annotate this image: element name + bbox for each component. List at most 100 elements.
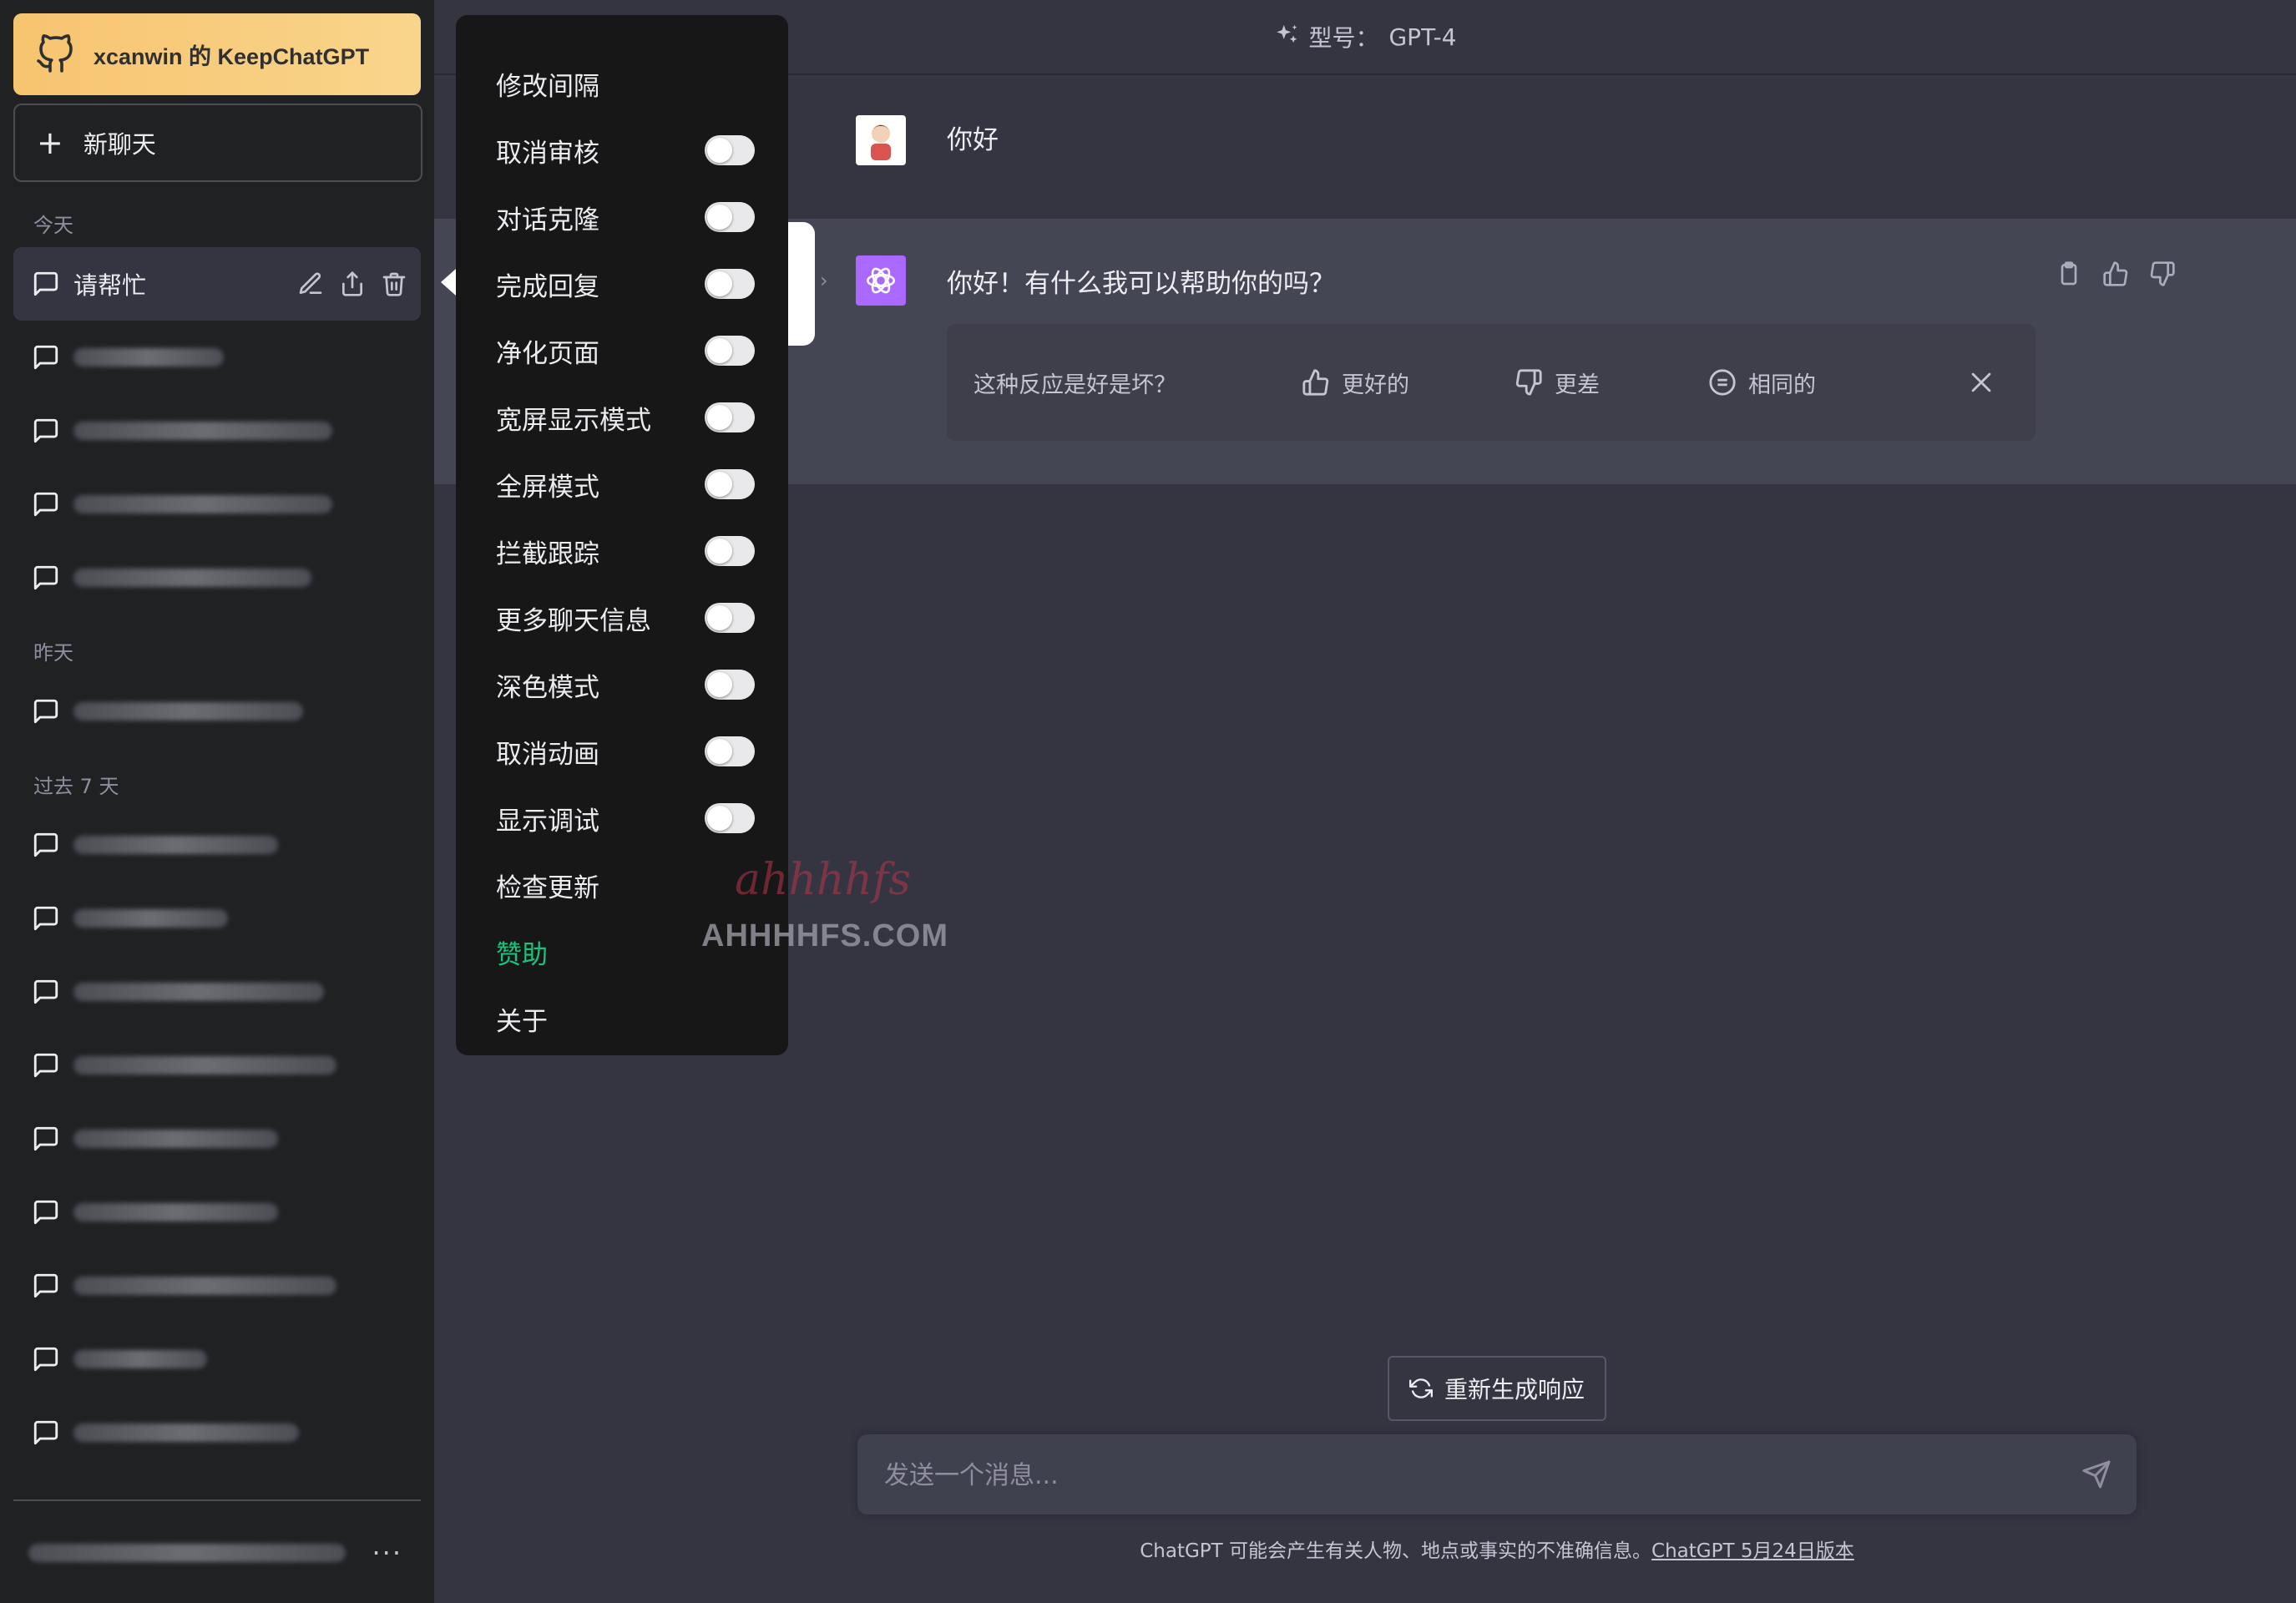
chat-item-active[interactable]: 请帮忙: [13, 247, 421, 321]
chat-item[interactable]: [13, 1249, 421, 1322]
chat-item[interactable]: [13, 394, 421, 468]
group-label-today: 今天: [33, 214, 73, 237]
menu-item-interval[interactable]: 修改间隔: [496, 50, 755, 117]
feedback-better-button[interactable]: 更好的: [1302, 367, 1409, 399]
chat-bubble-icon: [33, 1420, 58, 1445]
chat-item[interactable]: [13, 1322, 421, 1396]
chat-item[interactable]: [13, 1396, 421, 1469]
share-icon[interactable]: [339, 271, 366, 297]
toggle-switch[interactable]: [705, 135, 755, 165]
blurred-chat-title: [73, 569, 311, 587]
menu-item-label: 显示调试: [496, 806, 599, 837]
menu-toggle-row[interactable]: 拦截跟踪: [496, 518, 755, 584]
menu-pointer: [441, 269, 456, 296]
toggle-switch[interactable]: [705, 202, 755, 232]
toggle-switch[interactable]: [705, 469, 755, 499]
blurred-chat-title: [73, 495, 332, 513]
chat-item[interactable]: [13, 675, 421, 748]
blurred-chat-title: [73, 348, 224, 367]
clipboard-icon[interactable]: [2056, 260, 2082, 287]
send-icon[interactable]: [2081, 1459, 2111, 1489]
menu-item-label: 更多聊天信息: [496, 605, 651, 636]
new-chat-button[interactable]: + 新聊天: [13, 104, 422, 182]
chat-bubble-icon: [33, 271, 58, 296]
menu-item-about[interactable]: 关于: [496, 985, 755, 1052]
chat-item[interactable]: [13, 882, 421, 955]
menu-toggle-row[interactable]: 深色模式: [496, 651, 755, 718]
trash-icon[interactable]: [381, 271, 407, 297]
chat-item[interactable]: [13, 541, 421, 614]
chat-bubble-icon: [33, 1273, 58, 1298]
feedback-worse-label: 更差: [1555, 372, 1600, 398]
more-icon[interactable]: ···: [372, 1537, 402, 1569]
message-input[interactable]: [882, 1434, 2055, 1516]
menu-toggle-row[interactable]: 净化页面: [496, 317, 755, 384]
refresh-icon: [1408, 1378, 1433, 1398]
brand-banner[interactable]: xcanwin 的 KeepChatGPT: [13, 13, 421, 95]
menu-toggle-row[interactable]: 对话克隆: [496, 184, 755, 250]
chat-bubble-icon: [33, 345, 58, 370]
message-actions: [2056, 260, 2176, 287]
chat-item[interactable]: [13, 468, 421, 541]
menu-toggle-row[interactable]: 宽屏显示模式: [496, 384, 755, 451]
edit-icon[interactable]: [297, 271, 324, 297]
toggle-switch[interactable]: [705, 269, 755, 299]
thumbs-up-icon: [1302, 369, 1329, 396]
chat-bubble-icon: [33, 979, 58, 1004]
toggle-switch[interactable]: [705, 336, 755, 366]
toggle-switch[interactable]: [705, 670, 755, 700]
thumbs-down-icon[interactable]: [2149, 260, 2176, 287]
chat-bubble-icon: [33, 832, 58, 857]
blurred-chat-title: [73, 1277, 336, 1295]
menu-toggle-row[interactable]: 完成回复: [496, 250, 755, 317]
blurred-chat-title: [73, 1130, 278, 1148]
feedback-better-label: 更好的: [1342, 372, 1409, 398]
disclaimer-text: ChatGPT 可能会产生有关人物、地点或事实的不准确信息。: [1140, 1540, 1652, 1562]
feedback-worse-button[interactable]: 更差: [1515, 367, 1600, 399]
menu-toggle-row[interactable]: 更多聊天信息: [496, 584, 755, 651]
menu-item-label: 拦截跟踪: [496, 539, 599, 569]
blurred-chat-title: [73, 1203, 278, 1221]
toggle-switch[interactable]: [705, 536, 755, 566]
gpt-avatar: [856, 255, 906, 306]
chat-bubble-icon: [33, 492, 58, 517]
menu-toggle-row[interactable]: 全屏模式: [496, 451, 755, 518]
menu-handle[interactable]: [788, 222, 815, 346]
feedback-panel: 这种反应是好是坏？ 更好的 更差 相同的: [947, 324, 2036, 441]
chat-item[interactable]: [13, 1029, 421, 1102]
chat-item[interactable]: [13, 1176, 421, 1249]
chat-bubble-icon: [33, 418, 58, 443]
toggle-switch[interactable]: [705, 803, 755, 833]
close-icon[interactable]: [1967, 368, 1995, 397]
menu-item-label: 全屏模式: [496, 472, 599, 503]
feedback-same-button[interactable]: 相同的: [1708, 367, 1816, 399]
menu-toggle-row[interactable]: 取消动画: [496, 718, 755, 785]
menu-item-label: 深色模式: [496, 672, 599, 703]
toggle-switch[interactable]: [705, 736, 755, 766]
thumbs-up-icon[interactable]: [2102, 260, 2129, 287]
chat-bubble-icon: [33, 906, 58, 931]
version-link[interactable]: ChatGPT 5月24日版本: [1651, 1540, 1854, 1562]
menu-item-label: 关于: [496, 1006, 548, 1037]
chat-item[interactable]: [13, 808, 421, 882]
thumbs-down-icon: [1515, 369, 1542, 396]
chat-bubble-icon: [33, 1200, 58, 1225]
chat-bubble-icon: [33, 565, 58, 590]
menu-toggle-row[interactable]: 显示调试: [496, 785, 755, 852]
chat-bubble-icon: [33, 699, 58, 724]
user-account-row[interactable]: ···: [13, 1520, 421, 1586]
toggle-switch[interactable]: [705, 603, 755, 633]
chat-item[interactable]: [13, 1102, 421, 1176]
menu-item-label: 赞助: [496, 939, 548, 970]
regenerate-button[interactable]: 重新生成响应: [1388, 1356, 1606, 1421]
blurred-chat-title: [73, 983, 324, 1001]
chat-item[interactable]: [13, 321, 421, 394]
menu-item-label: 净化页面: [496, 338, 599, 369]
menu-item-label: 取消动画: [496, 739, 599, 770]
chevron-right-icon[interactable]: ›: [820, 269, 828, 292]
toggle-switch[interactable]: [705, 402, 755, 432]
github-icon: [37, 34, 73, 73]
chat-item[interactable]: [13, 955, 421, 1029]
plus-icon: +: [37, 124, 63, 161]
menu-toggle-row[interactable]: 取消审核: [496, 117, 755, 184]
